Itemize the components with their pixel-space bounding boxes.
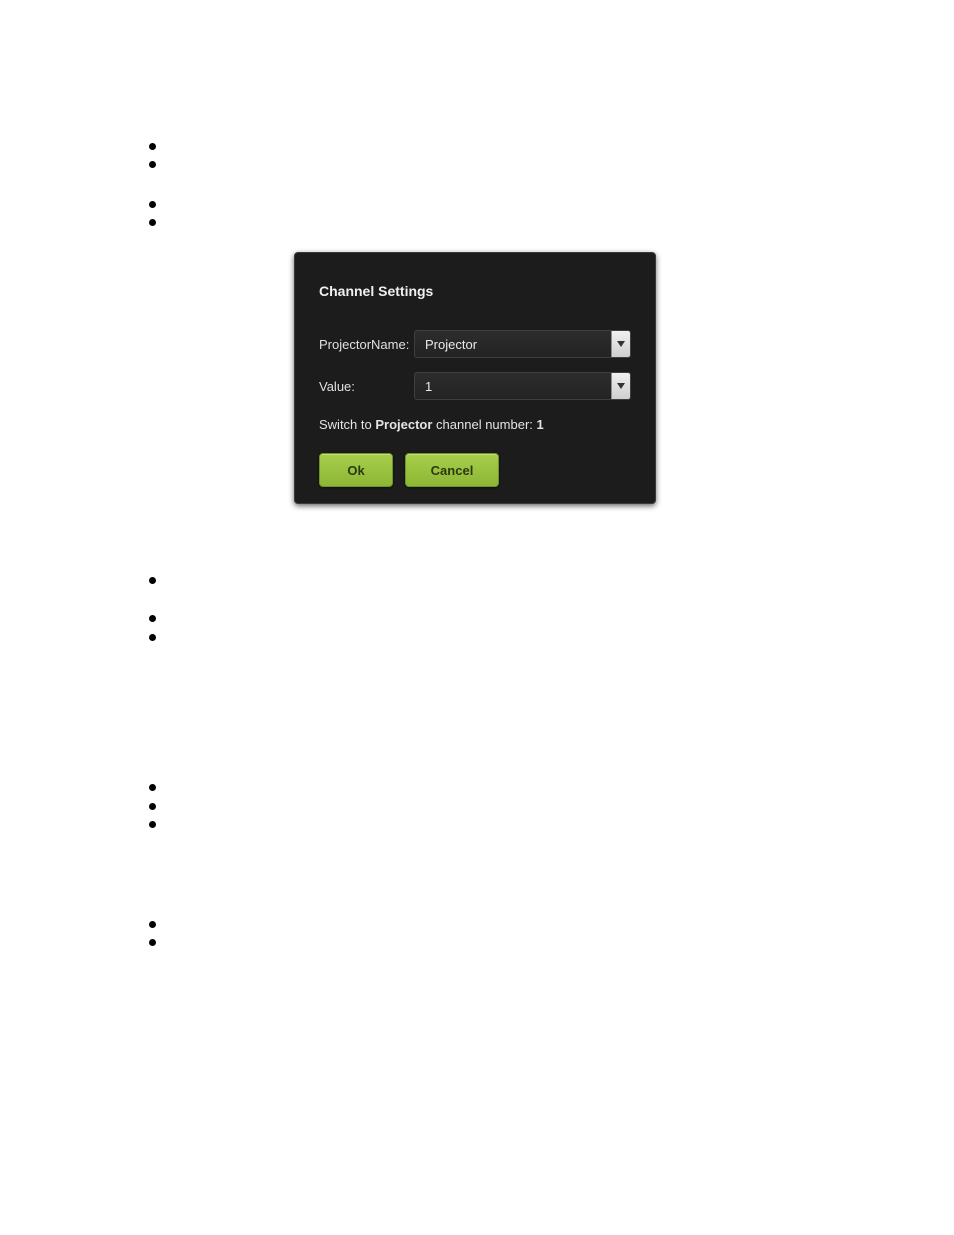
value-value: 1 — [415, 379, 611, 394]
list-bullet — [149, 161, 156, 168]
projector-name-label: ProjectorName: — [319, 337, 414, 352]
list-bullet — [149, 143, 156, 150]
projector-name-row: ProjectorName: Projector — [319, 329, 631, 359]
dropdown-button[interactable] — [611, 373, 630, 399]
list-bullet — [149, 921, 156, 928]
chevron-down-icon — [617, 341, 625, 347]
list-bullet — [149, 615, 156, 622]
summary-prefix: Switch to — [319, 417, 375, 432]
summary-projector: Projector — [375, 417, 432, 432]
summary-text: Switch to Projector channel number: 1 — [319, 417, 544, 432]
summary-mid: channel number: — [432, 417, 536, 432]
summary-number: 1 — [537, 417, 544, 432]
list-bullet — [149, 577, 156, 584]
value-select[interactable]: 1 — [414, 372, 631, 400]
value-label: Value: — [319, 379, 414, 394]
list-bullet — [149, 784, 156, 791]
dialog-button-row: Ok Cancel — [319, 453, 499, 487]
list-bullet — [149, 219, 156, 226]
value-row: Value: 1 — [319, 371, 631, 401]
ok-button[interactable]: Ok — [319, 453, 393, 487]
channel-settings-dialog: Channel Settings ProjectorName: Projecto… — [294, 252, 656, 504]
list-bullet — [149, 939, 156, 946]
dropdown-button[interactable] — [611, 331, 630, 357]
list-bullet — [149, 201, 156, 208]
projector-name-select[interactable]: Projector — [414, 330, 631, 358]
list-bullet — [149, 821, 156, 828]
projector-name-value: Projector — [415, 337, 611, 352]
dialog-title: Channel Settings — [319, 283, 433, 299]
list-bullet — [149, 803, 156, 810]
list-bullet — [149, 634, 156, 641]
cancel-button[interactable]: Cancel — [405, 453, 499, 487]
chevron-down-icon — [617, 383, 625, 389]
